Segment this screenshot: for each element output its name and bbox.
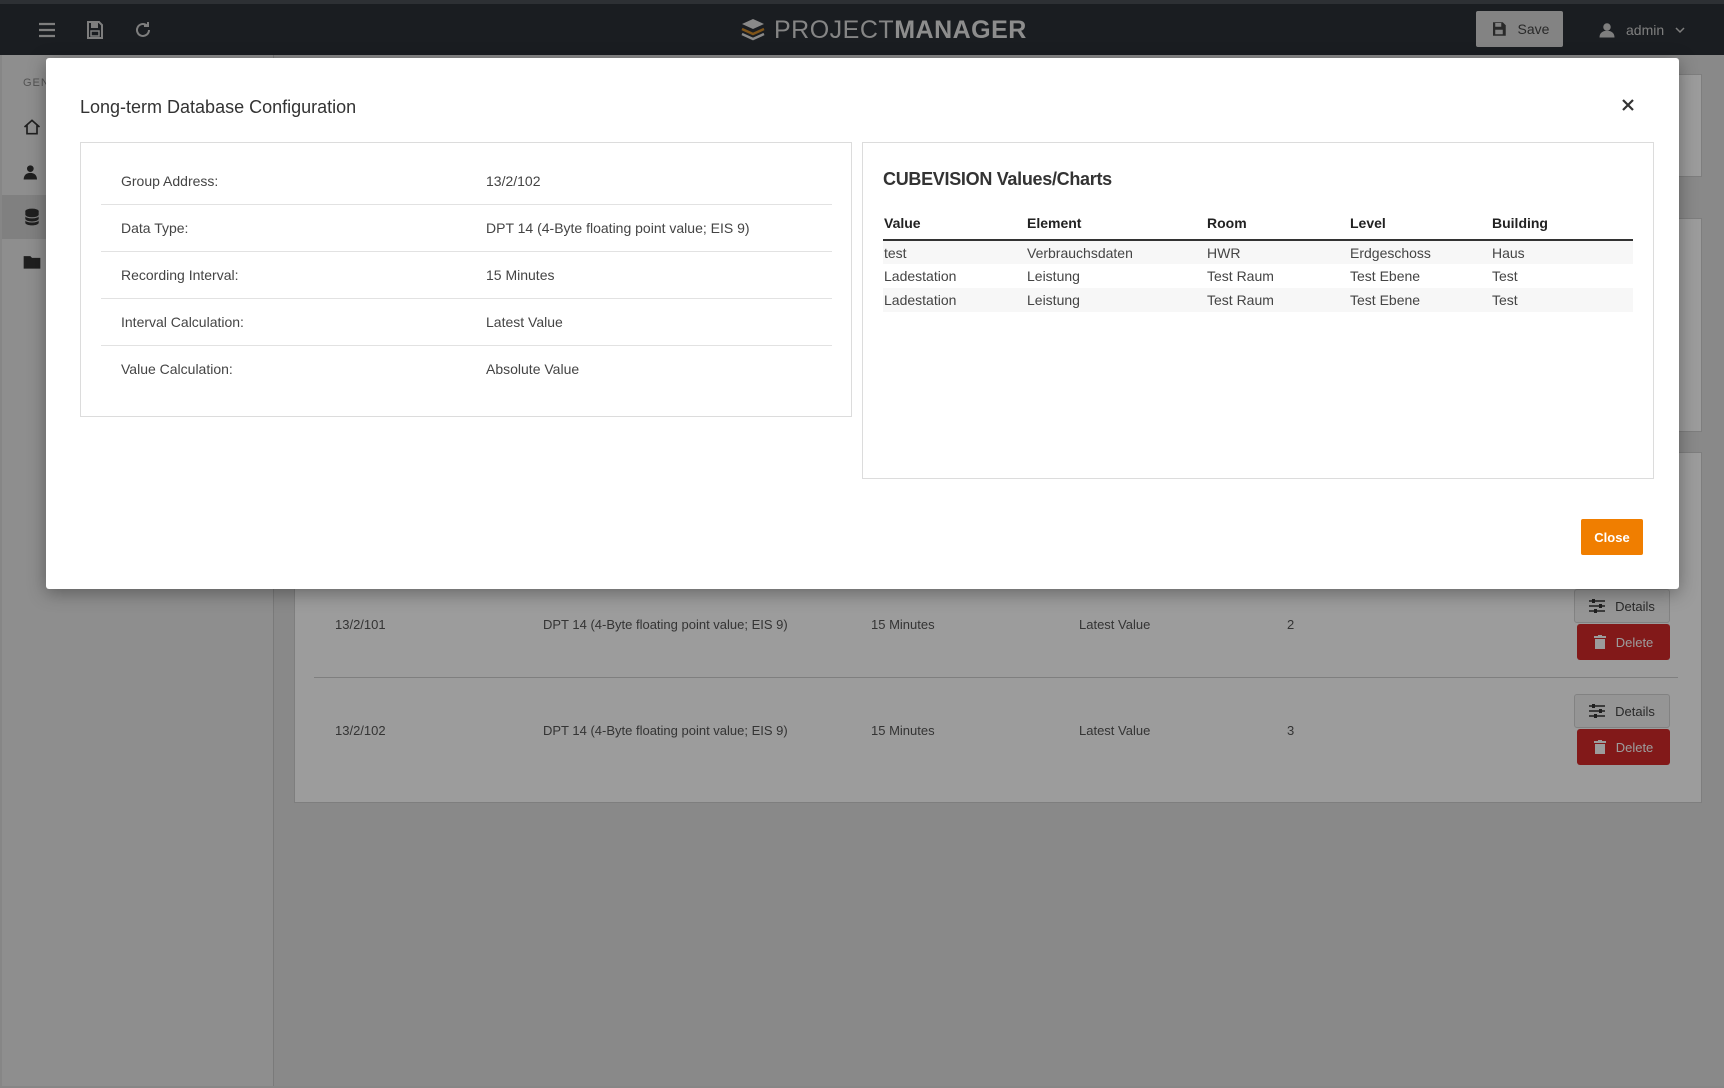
table-cell: Ladestation <box>883 288 1026 312</box>
table-cell: Test Ebene <box>1349 288 1491 312</box>
config-label: Interval Calculation: <box>121 314 244 330</box>
table-cell: test <box>883 240 1026 264</box>
column-header: Room <box>1206 206 1349 241</box>
table-cell: Ladestation <box>884 268 957 284</box>
modal-title: Long-term Database Configuration <box>80 97 357 117</box>
config-details-box: Group Address: 13/2/102 Data Type: DPT 1… <box>80 142 852 417</box>
config-value: Latest Value <box>486 314 563 330</box>
column-header: Level <box>1349 206 1491 241</box>
cubevision-title: CUBEVISION Values/Charts <box>883 169 1112 189</box>
table-cell: Leistung <box>1027 268 1080 284</box>
cubevision-table: Value Element Room Level Building test V… <box>883 206 1633 312</box>
table-cell: Test <box>1491 288 1633 312</box>
table-cell: HWR <box>1206 240 1349 264</box>
config-row: Recording Interval: 15 Minutes <box>101 252 832 299</box>
table-header-row: Value Element Room Level Building <box>883 206 1633 241</box>
config-row: Value Calculation: Absolute Value <box>101 346 832 393</box>
config-label: Value Calculation: <box>121 361 233 377</box>
table-cell: Leistung <box>1026 288 1206 312</box>
column-header: Value <box>883 206 1026 241</box>
config-row: Data Type: DPT 14 (4-Byte floating point… <box>101 205 832 252</box>
config-label: Recording Interval: <box>121 267 239 283</box>
config-label: Group Address: <box>121 173 219 189</box>
close-icon <box>1622 99 1634 111</box>
column-header: Building <box>1491 206 1633 241</box>
config-value: 15 Minutes <box>486 267 555 283</box>
table-cell: Erdgeschoss <box>1349 240 1491 264</box>
config-value: 13/2/102 <box>486 173 541 189</box>
table-cell: Verbrauchsdaten <box>1026 240 1206 264</box>
table-cell: Test Ebene <box>1350 268 1421 284</box>
table-row: Ladestation Leistung Test Raum Test Eben… <box>883 264 1633 288</box>
config-label: Data Type: <box>121 220 189 236</box>
config-value: DPT 14 (4-Byte floating point value; EIS… <box>486 220 750 236</box>
table-cell: Haus <box>1491 240 1633 264</box>
column-header: Element <box>1026 206 1206 241</box>
database-config-modal: Long-term Database Configuration Group A… <box>46 58 1679 589</box>
cubevision-box: CUBEVISION Values/Charts Value Element R… <box>862 142 1654 479</box>
modal-close-button[interactable] <box>1613 90 1643 120</box>
table-cell: Test Raum <box>1206 288 1349 312</box>
config-row: Interval Calculation: Latest Value <box>101 299 832 346</box>
table-row: test Verbrauchsdaten HWR Erdgeschoss Hau… <box>883 240 1633 264</box>
table-row: Ladestation Leistung Test Raum Test Eben… <box>883 288 1633 312</box>
config-row: Group Address: 13/2/102 <box>101 158 832 205</box>
table-cell: Test Raum <box>1207 268 1274 284</box>
close-button[interactable]: Close <box>1581 519 1643 555</box>
table-cell: Test <box>1492 268 1518 284</box>
config-value: Absolute Value <box>486 361 580 377</box>
